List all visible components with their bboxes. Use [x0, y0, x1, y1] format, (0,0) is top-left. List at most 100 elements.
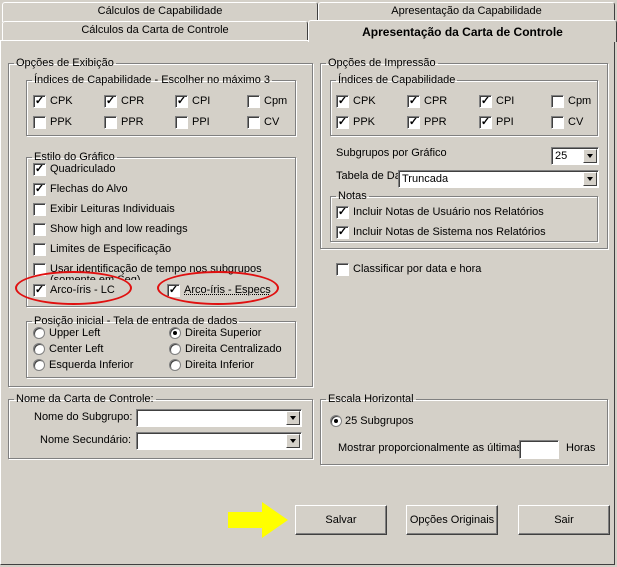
exibicao-indice-ppr-checkbox[interactable] — [104, 116, 117, 129]
tab-label: Cálculos de Capabilidade — [97, 5, 223, 17]
group-title: Índices de Capabilidade - Escolher no má… — [34, 74, 271, 86]
exibicao-indice-cpk-label: CPK — [50, 95, 73, 107]
posicao-direita-inferior-label: Direita Inferior — [185, 359, 255, 371]
exibicao-indice-cpr-label: CPR — [121, 95, 145, 107]
opcoes-originais-button[interactable]: Opções Originais — [406, 505, 498, 535]
impressao-indice-cv-checkbox[interactable] — [551, 116, 564, 129]
subgrupos-value: 25 — [555, 150, 568, 162]
estilo-exibir-leituras-individuais-checkbox[interactable] — [33, 203, 46, 216]
group-title: Opções de Impressão — [328, 57, 436, 69]
posicao-direita-inferior-radio[interactable] — [169, 359, 181, 371]
posicao-direita-centralizado-radio[interactable] — [169, 343, 181, 355]
posicao-direita-superior-label: Direita Superior — [185, 327, 262, 339]
salvar-button[interactable]: Salvar — [295, 505, 387, 535]
impressao-indice-cpk-label: CPK — [353, 95, 376, 107]
chevron-down-icon[interactable] — [583, 172, 597, 186]
exibicao-indice-cpm-checkbox[interactable] — [247, 95, 260, 108]
impressao-indice-cpm-label: Cpm — [568, 95, 592, 107]
impressao-indice-cpr-checkbox[interactable]: ✓ — [407, 95, 420, 108]
exibicao-indice-cpi-checkbox[interactable]: ✓ — [175, 95, 188, 108]
posicao-upper-left-radio[interactable] — [33, 327, 45, 339]
estilo-flechas-do-alvo-label: Flechas do Alvo — [50, 183, 128, 195]
group-title: Escala Horizontal — [328, 393, 414, 405]
impressao-indice-cpk-checkbox[interactable]: ✓ — [336, 95, 349, 108]
tabela-select[interactable]: Truncada — [398, 170, 599, 188]
nota-usuario-label: Incluir Notas de Usuário nos Relatórios — [353, 206, 544, 218]
exibicao-indice-ppi-label: PPI — [192, 116, 210, 128]
nome-subgrupo-select[interactable] — [136, 409, 302, 427]
estilo-flechas-do-alvo-checkbox[interactable]: ✓ — [33, 183, 46, 196]
impressao-indice-ppi-label: PPI — [496, 116, 514, 128]
chevron-down-icon[interactable] — [286, 411, 300, 425]
impressao-indice-cpi-checkbox[interactable]: ✓ — [479, 95, 492, 108]
posicao-esquerda-inferior-label: Esquerda Inferior — [49, 359, 134, 371]
posicao-direita-superior-radio[interactable] — [169, 327, 181, 339]
tabela-label: Tabela de Da — [336, 170, 401, 182]
impressao-indice-cv-label: CV — [568, 116, 584, 128]
estilo-quadriculado-checkbox[interactable]: ✓ — [33, 163, 46, 176]
exibicao-indice-ppi-checkbox[interactable] — [175, 116, 188, 129]
impressao-indice-ppk-checkbox[interactable]: ✓ — [336, 116, 349, 129]
group-title: Nome da Carta de Controle: — [16, 393, 154, 405]
exibicao-indice-cv-label: CV — [264, 116, 280, 128]
posicao-center-left-label: Center Left — [49, 343, 104, 355]
estilo-limites-de-especificacao-checkbox[interactable] — [33, 243, 46, 256]
nota-sistema-checkbox[interactable]: ✓ — [336, 226, 349, 239]
nome-secundario-select[interactable] — [136, 432, 302, 450]
nome-secundario-label: Nome Secundário: — [40, 434, 132, 446]
nome-subgrupo-label: Nome do Subgrupo: — [34, 411, 133, 423]
impressao-indice-ppk-label: PPK — [353, 116, 376, 128]
estilo-quadriculado-label: Quadriculado — [50, 163, 116, 175]
impressao-indice-ppi-checkbox[interactable]: ✓ — [479, 116, 492, 129]
escala-proporcional-input[interactable] — [519, 440, 559, 459]
yellow-arrow-icon — [228, 502, 288, 538]
subgrupos-select[interactable]: 25 — [551, 147, 599, 165]
estilo-limites-de-especificacao-label: Limites de Especificação — [50, 243, 172, 255]
horas-label: Horas — [566, 442, 596, 454]
tab-label: Cálculos da Carta de Controle — [81, 24, 229, 36]
estilo-show-high-and-low-readings-checkbox[interactable] — [33, 223, 46, 236]
tab-apresentacao-capabilidade[interactable]: Apresentação da Capabilidade — [318, 2, 615, 22]
nota-usuario-checkbox[interactable]: ✓ — [336, 206, 349, 219]
tab-calculos-capabilidade[interactable]: Cálculos de Capabilidade — [2, 2, 318, 22]
group-title: Notas — [338, 190, 367, 202]
escala-proporcional-label: Mostrar proporcionalmente as últimas: — [338, 442, 526, 454]
posicao-center-left-radio[interactable] — [33, 343, 45, 355]
impressao-indice-ppr-label: PPR — [424, 116, 447, 128]
arco-iris-lc-label: Arco-íris - LC — [50, 284, 115, 296]
tabela-value: Truncada — [402, 173, 449, 185]
nota-sistema-label: Incluir Notas de Sistema nos Relatórios — [353, 226, 546, 238]
arco-iris-especs-label: Arco-íris - Especs — [184, 284, 271, 296]
escala-25-radio[interactable] — [330, 415, 342, 427]
tab-label: Apresentação da Carta de Controle — [362, 25, 563, 39]
classificar-label: Classificar por data e hora — [353, 263, 482, 275]
exibicao-indice-ppr-label: PPR — [121, 116, 144, 128]
estilo-usar-identificacao-de-tempo-nos-subgrupos-checkbox[interactable] — [33, 263, 46, 276]
exibicao-indice-cpr-checkbox[interactable]: ✓ — [104, 95, 117, 108]
arco-iris-lc-checkbox[interactable]: ✓ — [33, 284, 46, 297]
impressao-indice-cpr-label: CPR — [424, 95, 448, 107]
arco-iris-especs-checkbox[interactable]: ✓ — [167, 284, 180, 297]
impressao-indice-cpi-label: CPI — [496, 95, 515, 107]
exibicao-indice-cv-checkbox[interactable] — [247, 116, 260, 129]
escala-25-label: 25 Subgrupos — [345, 415, 414, 427]
sair-button[interactable]: Sair — [518, 505, 610, 535]
exibicao-indice-ppk-label: PPK — [50, 116, 73, 128]
estilo-show-high-and-low-readings-label: Show high and low readings — [50, 223, 188, 235]
exibicao-indice-cpi-label: CPI — [192, 95, 211, 107]
exibicao-indice-cpk-checkbox[interactable]: ✓ — [33, 95, 46, 108]
exibicao-indice-ppk-checkbox[interactable] — [33, 116, 46, 129]
classificar-checkbox[interactable] — [336, 263, 349, 276]
chevron-down-icon[interactable] — [583, 149, 597, 163]
impressao-indice-ppr-checkbox[interactable]: ✓ — [407, 116, 420, 129]
group-title: Estilo do Gráfico — [34, 151, 115, 163]
chevron-down-icon[interactable] — [286, 434, 300, 448]
posicao-direita-centralizado-label: Direita Centralizado — [185, 343, 282, 355]
tab-apresentacao-carta[interactable]: Apresentação da Carta de Controle — [308, 20, 617, 42]
impressao-indice-cpm-checkbox[interactable] — [551, 95, 564, 108]
group-title: Índices de Capabilidade — [338, 74, 456, 86]
group-title: Posição inicial - Tela de entrada de dad… — [34, 315, 238, 327]
posicao-upper-left-label: Upper Left — [49, 327, 101, 339]
posicao-esquerda-inferior-radio[interactable] — [33, 359, 45, 371]
tab-calculos-carta[interactable]: Cálculos da Carta de Controle — [2, 21, 308, 41]
